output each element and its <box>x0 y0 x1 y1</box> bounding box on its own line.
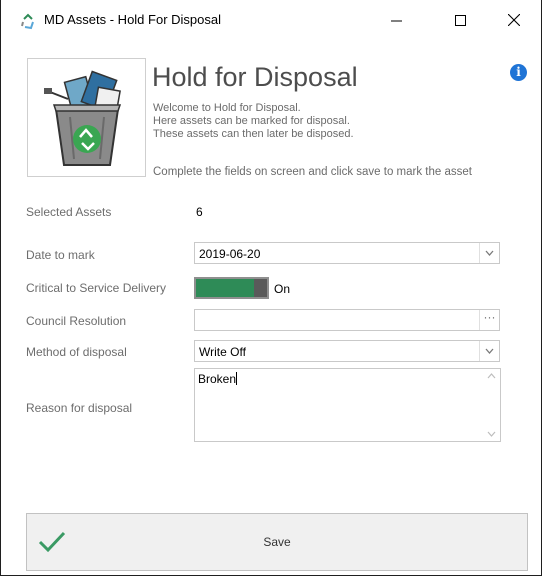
critical-state-label: On <box>274 282 291 296</box>
selected-assets-value: 6 <box>196 205 203 219</box>
reason-label: Reason for disposal <box>26 401 133 415</box>
toggle-fill <box>196 279 254 297</box>
council-resolution-field[interactable]: ··· <box>194 309 500 331</box>
council-resolution-browse-button[interactable]: ··· <box>479 310 499 330</box>
instruction-text: Complete the fields on screen and click … <box>153 166 472 178</box>
hero-image <box>27 58 146 177</box>
maximize-button[interactable] <box>437 0 483 40</box>
reason-value: Broken <box>198 372 238 386</box>
selected-assets-label: Selected Assets <box>26 205 112 219</box>
close-icon <box>508 14 520 26</box>
welcome-line: Here assets can be marked for disposal. <box>153 115 350 127</box>
app-window: MD Assets - Hold For Disposal Hold for D… <box>0 0 542 576</box>
method-of-disposal-label: Method of disposal <box>26 345 127 359</box>
save-button-label: Save <box>263 535 291 549</box>
title-bar[interactable]: MD Assets - Hold For Disposal <box>1 0 541 40</box>
date-dropdown-button[interactable] <box>479 243 499 263</box>
method-of-disposal-select[interactable]: Write Off <box>194 340 500 362</box>
scroll-down-icon[interactable] <box>487 431 496 437</box>
method-dropdown-button[interactable] <box>479 341 499 361</box>
critical-toggle[interactable] <box>194 277 269 299</box>
council-resolution-label: Council Resolution <box>26 314 127 328</box>
method-of-disposal-value: Write Off <box>199 345 246 359</box>
toggle-knob[interactable] <box>254 279 267 297</box>
welcome-text: Welcome to Hold for Disposal. Here asset… <box>153 102 354 141</box>
scroll-up-icon[interactable] <box>487 373 496 379</box>
minimize-icon <box>390 20 402 21</box>
save-button[interactable]: Save <box>26 513 528 571</box>
reason-textarea[interactable]: Broken <box>194 368 501 442</box>
welcome-line: These assets can then later be disposed. <box>153 128 354 140</box>
close-button[interactable] <box>491 0 537 40</box>
welcome-line: Welcome to Hold for Disposal. <box>153 102 301 114</box>
critical-label: Critical to Service Delivery <box>26 281 167 295</box>
date-to-mark-value: 2019-06-20 <box>199 247 261 261</box>
page-title: Hold for Disposal <box>152 62 358 92</box>
info-icon[interactable]: i <box>510 64 527 81</box>
reason-text: Broken <box>198 372 237 386</box>
date-to-mark-label: Date to mark <box>26 248 95 262</box>
chevron-down-icon <box>485 250 494 256</box>
chevron-down-icon <box>485 348 494 354</box>
maximize-icon <box>454 14 466 26</box>
date-to-mark-picker[interactable]: 2019-06-20 <box>194 242 500 264</box>
window-title: MD Assets - Hold For Disposal <box>44 12 221 27</box>
recycle-app-icon <box>21 13 34 30</box>
recycle-bin-icon <box>44 70 122 166</box>
minimize-button[interactable] <box>373 0 419 40</box>
text-caret <box>236 372 238 385</box>
